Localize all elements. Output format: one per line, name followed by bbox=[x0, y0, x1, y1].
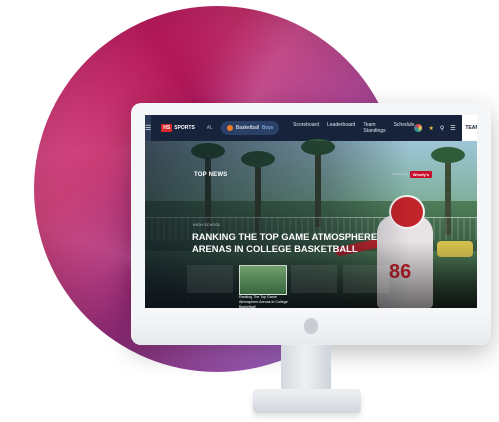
nav-actions: ★ ⚲ ☰ TEAMS › bbox=[414, 115, 477, 141]
sport-label: Basketball bbox=[235, 125, 259, 131]
brand-name: SPORTS bbox=[174, 125, 195, 131]
nav-link-scoreboard[interactable]: Scoreboard bbox=[293, 122, 319, 134]
monitor: ☰ HS SPORTS AL Basketball Boys Scoreboar… bbox=[131, 103, 491, 345]
thumbnail-caption: Ranking The Top Game Atmosphere Arenas I… bbox=[239, 295, 288, 308]
thumbnail[interactable] bbox=[291, 265, 337, 293]
nav-links: Scoreboard Leaderboard Team Standings Sc… bbox=[293, 122, 414, 134]
search-icon[interactable]: ⚲ bbox=[440, 125, 444, 132]
hamburger-icon[interactable]: ☰ bbox=[450, 125, 455, 132]
nav-link-leaderboard[interactable]: Leaderboard bbox=[327, 122, 355, 134]
apple-icon bbox=[304, 318, 318, 334]
screen: ☰ HS SPORTS AL Basketball Boys Scoreboar… bbox=[145, 115, 477, 308]
brand-logo[interactable]: HS SPORTS bbox=[161, 124, 195, 132]
gender-label: Boys bbox=[262, 125, 274, 131]
state-selector[interactable]: AL bbox=[207, 125, 213, 131]
monitor-stand-neck bbox=[281, 345, 331, 391]
menu-button[interactable]: ☰ bbox=[145, 115, 152, 141]
thumbnail-strip: ... Ranking The Top Game Atmosphere Aren… bbox=[187, 265, 397, 308]
sponsor-tag: Presented by bbox=[393, 173, 408, 176]
avatar[interactable] bbox=[414, 124, 423, 132]
top-nav: ☰ HS SPORTS AL Basketball Boys Scoreboar… bbox=[145, 115, 477, 141]
thumbnail-caption: ... bbox=[291, 295, 294, 299]
brand-badge: HS bbox=[161, 124, 173, 132]
headline-category: HIGH SCHOOL bbox=[193, 223, 221, 227]
monitor-chin bbox=[131, 309, 491, 345]
thumbnail-caption: ... bbox=[187, 295, 190, 299]
nav-link-team-standings[interactable]: Team Standings bbox=[363, 122, 385, 134]
sport-selector[interactable]: Basketball Boys bbox=[220, 121, 280, 135]
thumbnail-active[interactable] bbox=[239, 265, 287, 295]
nav-link-schedule[interactable]: Schedule bbox=[394, 122, 415, 134]
headline[interactable]: RANKING THE TOP GAME ATMOSPHERE ARENAS I… bbox=[192, 231, 382, 254]
menu-icon: ☰ bbox=[145, 125, 152, 132]
monitor-stand-base bbox=[253, 389, 361, 413]
thumbnail-caption: ... bbox=[343, 295, 346, 299]
section-title: TOP NEWS bbox=[194, 172, 228, 178]
thumbnail[interactable] bbox=[343, 265, 389, 293]
basketball-icon bbox=[226, 125, 233, 131]
sponsor[interactable]: Presented by Wendy's bbox=[393, 171, 432, 178]
thumbnail[interactable] bbox=[187, 265, 233, 293]
sponsor-logo: Wendy's bbox=[409, 171, 432, 178]
star-icon[interactable]: ★ bbox=[428, 125, 433, 132]
teams-button[interactable]: TEAMS › bbox=[461, 115, 477, 141]
